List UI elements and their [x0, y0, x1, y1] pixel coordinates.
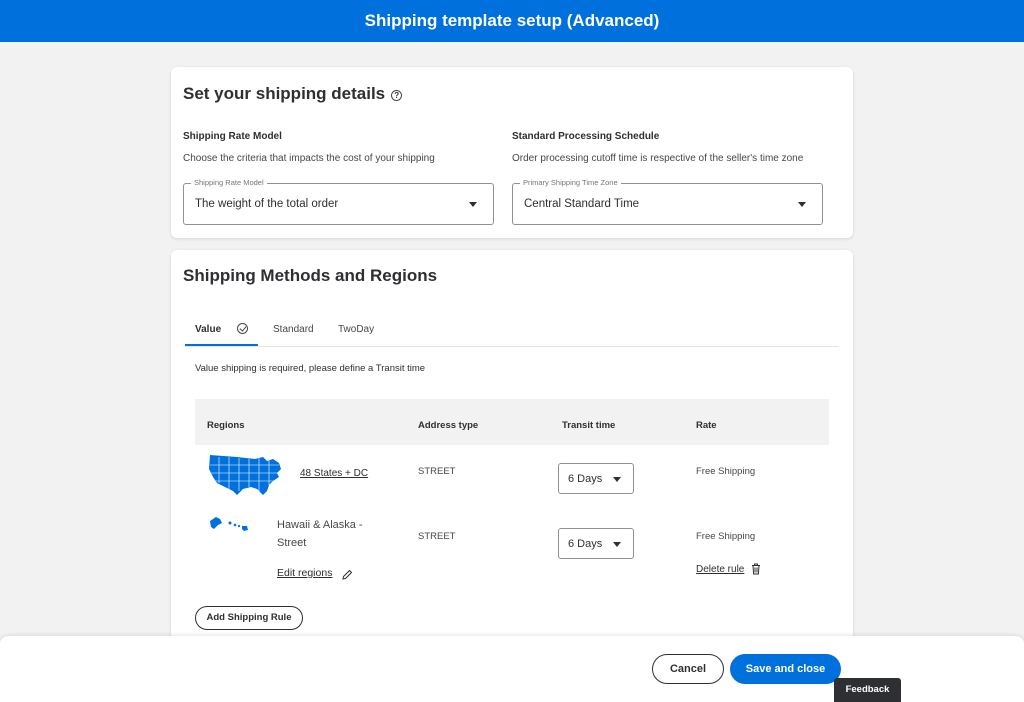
value-shipping-notice: Value shipping is required, please defin… [195, 363, 426, 374]
processing-schedule-description: Order processing cutoff time is respecti… [512, 153, 804, 164]
hawaii-alaska-map-icon [210, 517, 248, 531]
tab-value[interactable]: Value [195, 324, 221, 335]
feedback-button[interactable]: Feedback [834, 678, 901, 702]
save-and-close-button[interactable]: Save and close [730, 654, 841, 684]
tab-standard[interactable]: Standard [273, 324, 314, 335]
rate-model-label: Shipping Rate Model [183, 131, 282, 142]
pencil-icon[interactable] [342, 569, 353, 580]
tab-twoday[interactable]: TwoDay [338, 324, 374, 335]
us-map-icon [209, 455, 281, 495]
active-tab-indicator [185, 344, 258, 346]
help-icon[interactable]: ? [391, 90, 403, 101]
caret-down-icon [798, 202, 806, 207]
page-title: Shipping template setup (Advanced) [364, 11, 660, 30]
address-type-cell: STREET [418, 531, 456, 542]
column-header-regions: Regions [207, 420, 245, 431]
shipping-details-title: Set your shipping details [183, 84, 386, 103]
column-header-rate: Rate [696, 420, 717, 431]
shipping-methods-card: Shipping Methods and Regions Value Stand… [171, 250, 853, 650]
page-header: Shipping template setup (Advanced) [0, 0, 1024, 42]
check-circle-icon [237, 323, 248, 334]
shipping-method-tabs: Value Standard TwoDay [185, 320, 839, 347]
timezone-select-legend: Primary Shipping Time Zone [520, 178, 621, 187]
regions-table-header: Regions Address type Transit time Rate [195, 399, 829, 445]
transit-time-select[interactable]: 6 Days [558, 463, 634, 494]
address-type-cell: STREET [418, 466, 456, 477]
caret-down-icon [469, 202, 477, 207]
rate-model-select-value: The weight of the total order [195, 198, 339, 210]
shipping-details-heading: Set your shipping details? [183, 84, 403, 104]
add-shipping-rule-button[interactable]: Add Shipping Rule [195, 606, 303, 630]
timezone-select-value: Central Standard Time [524, 198, 640, 210]
transit-time-select[interactable]: 6 Days [558, 528, 634, 559]
caret-down-icon [613, 542, 621, 547]
rate-model-select[interactable]: Shipping Rate Model The weight of the to… [183, 178, 494, 225]
column-header-transit-time: Transit time [562, 420, 616, 431]
cancel-button[interactable]: Cancel [652, 654, 724, 684]
column-header-address-type: Address type [418, 420, 479, 431]
rate-cell: Free Shipping [696, 466, 756, 477]
transit-time-value: 6 Days [568, 538, 603, 550]
region-name-hawaii-alaska: Hawaii & Alaska - Street [277, 519, 363, 549]
delete-rule-link[interactable]: Delete rule [696, 564, 744, 575]
transit-time-value: 6 Days [568, 473, 603, 485]
region-link-48-states[interactable]: 48 States + DC [300, 468, 368, 479]
edit-regions-link[interactable]: Edit regions [277, 567, 332, 579]
rate-model-select-legend: Shipping Rate Model [191, 178, 267, 187]
caret-down-icon [613, 477, 621, 482]
tab-value-label: Value [195, 324, 222, 335]
trash-icon[interactable] [751, 563, 761, 575]
timezone-select[interactable]: Primary Shipping Time Zone Central Stand… [512, 178, 823, 225]
rate-model-description: Choose the criteria that impacts the cos… [183, 153, 435, 164]
rate-cell: Free Shipping [696, 531, 756, 542]
shipping-methods-title: Shipping Methods and Regions [183, 266, 438, 285]
shipping-details-card: Set your shipping details? Shipping Rate… [171, 67, 853, 238]
processing-schedule-label: Standard Processing Schedule [512, 131, 660, 142]
